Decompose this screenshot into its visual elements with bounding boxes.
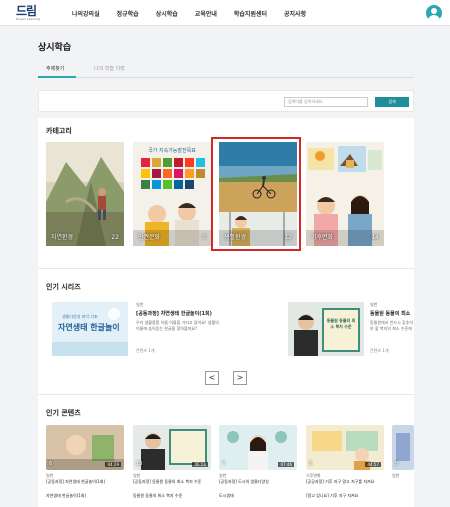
series-title: [공동과정] 자연생태 한글놀이(1회) — [136, 311, 212, 317]
active-tab-indicator — [38, 76, 76, 78]
nav-item-learning-support[interactable]: 학습지원센터 — [234, 9, 267, 18]
series-next-button[interactable]: > — [233, 371, 247, 385]
popular-contents-title: 인기 콘텐츠 — [46, 409, 81, 417]
content-subtitle: 동물원 동물의 최소 복지 수준 — [133, 493, 183, 498]
content-subtitle: 도시생태 — [219, 493, 234, 498]
nav-item-always-learning[interactable]: 상시학습 — [156, 9, 178, 18]
series-description: 우리 생활용품 이름 이름을 가지고 있어요! 생활의 이름에 숨어있는 한글을… — [136, 320, 219, 331]
category-count: 22 — [111, 234, 119, 241]
series-description: 동물원에서 반드시 갖추어야 할 복지의 최소 수준에 — [370, 320, 414, 331]
content-subtitle: 자연생태 한글놀이(1회) — [46, 493, 87, 498]
series-content-count: 콘텐츠 1개 — [136, 348, 155, 353]
video-duration: 07:46 — [278, 462, 294, 467]
like-count: 7 — [222, 461, 226, 467]
nav-item-regular-learning[interactable]: 정규학습 — [117, 9, 139, 18]
nav-item-education-guide[interactable]: 교육안내 — [195, 9, 217, 18]
nav-item-my-classroom[interactable]: 나의강의실 — [72, 9, 100, 18]
content-thumbnail: 13 06:08 — [133, 425, 211, 470]
site-logo[interactable]: 드림 Dream Learning — [16, 5, 48, 21]
popular-series-title: 인기 시리즈 — [46, 283, 81, 291]
video-duration: 04:29 — [105, 462, 121, 467]
series-category: 일반 — [136, 302, 144, 307]
tab-bar: 주제찾기 나의 학습 이력 — [38, 62, 414, 78]
content-thumbnail: 7 07:46 — [219, 425, 297, 470]
section-divider — [38, 268, 414, 269]
tab-learning-history[interactable]: 나의 학습 이력 — [94, 65, 125, 72]
like-count: 5 — [309, 461, 313, 467]
content-title: [공동과정] 동물원 동물의 최소 복지 수준 — [133, 479, 202, 484]
categories-title: 카테고리 — [46, 127, 72, 135]
content-thumbnail: 5 44:57 — [306, 425, 384, 470]
series-title: 동물원 동물의 최소 — [370, 311, 411, 317]
category-count: 3 — [202, 234, 206, 241]
category-label: 인권문화 — [138, 234, 161, 241]
series-card-korean-play[interactable]: 생물다양성 파악 기초 자연생태 한글놀이 일반 [공동과정] 자연생태 한글놀… — [52, 302, 222, 356]
category-count: 14 — [371, 234, 379, 241]
video-duration: 06:08 — [192, 462, 208, 467]
sdg-illustration: 국가 지속가능발전목표 — [133, 142, 211, 246]
series-category: 일반 — [370, 302, 378, 307]
like-count: 6 — [49, 461, 53, 467]
climate-illustration — [306, 142, 384, 246]
series-thumbnail: 생물다양성 파악 기초 자연생태 한글놀이 — [52, 302, 128, 356]
content-subtitle: [알고 있나요] 기후 지구 지켜요 — [306, 493, 359, 498]
series-thumb-text: 동물원 동물의 최소 복지 수준 — [326, 318, 356, 329]
search-bar: 검색어를 입력하세요 검색 — [38, 90, 414, 112]
nature-illustration — [46, 142, 124, 246]
section-divider — [38, 394, 414, 395]
user-avatar-icon[interactable] — [426, 5, 442, 21]
content-thumbnail: 5 — [392, 425, 414, 470]
series-thumbnail: 동물원 동물의 최소 복지 수준 — [288, 302, 364, 356]
series-thumb-small: 생물다양성 파악 기초 — [62, 314, 98, 319]
top-navigation-bar: 드림 Dream Learning 나의강의실 정규학습 상시학습 교육안내 학… — [0, 0, 450, 26]
nav-item-notices[interactable]: 공지사항 — [284, 9, 306, 18]
content-title: [공공과정] 기후 지구 알고 지구를 지켜요 — [306, 479, 375, 484]
search-button[interactable]: 검색 — [375, 97, 409, 107]
category-card-climate[interactable]: 기후변화 14 — [306, 142, 384, 246]
category-card-culture[interactable]: 국가 지속가능발전목표 인권문화 3 — [133, 142, 211, 246]
search-input[interactable]: 검색어를 입력하세요 — [284, 97, 368, 107]
like-count: 5 — [395, 461, 399, 467]
page-title: 상시학습 — [38, 43, 72, 53]
logo-subtext: Dream Learning — [16, 17, 41, 21]
content-title: [공동과정] 도시의 생물다양성 — [219, 479, 269, 484]
series-card-zoo-welfare[interactable]: 동물원 동물의 최소 복지 수준 일반 동물원 동물의 최소 동물원에서 반드시… — [288, 302, 414, 356]
content-card-partial[interactable]: 5 일반 — [392, 425, 414, 507]
series-content-count: 콘텐츠 1개 — [370, 348, 389, 353]
category-label: 자연환경 — [51, 234, 74, 241]
main-nav: 나의강의실 정규학습 상시학습 교육안내 학습지원센터 공지사항 — [72, 9, 306, 18]
tab-topic-search[interactable]: 주제찾기 — [46, 65, 64, 72]
svg-text:국가 지속가능발전목표: 국가 지속가능발전목표 — [148, 147, 196, 154]
series-prev-button[interactable]: < — [205, 371, 219, 385]
logo-text: 드림 — [16, 4, 37, 18]
selection-highlight-box — [211, 137, 301, 251]
content-title: [공동과정] 자연생태 한글놀이(1회) — [46, 479, 106, 484]
content-thumbnail: 6 04:29 — [46, 425, 124, 470]
video-duration: 44:57 — [365, 462, 381, 467]
like-count: 13 — [136, 461, 143, 467]
series-thumb-text: 자연생태 한글놀이 — [58, 323, 120, 332]
category-label: 기후변화 — [311, 234, 334, 241]
main-panel: 카테고리 자연환경 22 국가 지속가능발전목표 인권문화 3 생활환경 12 … — [38, 118, 414, 507]
content-category: 일반 — [392, 473, 400, 478]
category-card-nature[interactable]: 자연환경 22 — [46, 142, 124, 246]
